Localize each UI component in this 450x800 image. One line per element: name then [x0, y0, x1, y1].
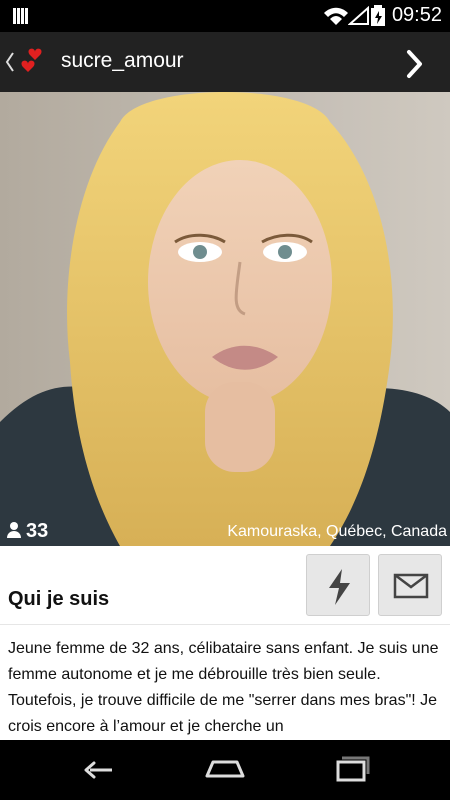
back-icon[interactable]: [4, 50, 16, 74]
battery-icon: [371, 5, 385, 26]
signal-icon: [13, 8, 28, 24]
profile-photo-image: [0, 92, 450, 546]
lightning-icon: [329, 569, 350, 605]
mail-icon: [393, 573, 429, 599]
cell-signal-icon: [348, 6, 369, 25]
status-bar: 09:52: [0, 0, 450, 32]
hearts-icon: [21, 48, 42, 72]
photo-count: 33: [26, 520, 49, 542]
about-text: Jeune femme de 32 ans, célibataire sans …: [8, 640, 439, 735]
chevron-right-icon[interactable]: [404, 48, 426, 80]
location: Kamouraska, Québec, Canada: [227, 523, 447, 540]
home-icon[interactable]: [195, 750, 255, 790]
recents-icon[interactable]: [320, 750, 380, 790]
profile-username: sucre_amour: [61, 49, 184, 72]
profile-photo[interactable]: 33 Kamouraska, Québec, Canada: [0, 92, 450, 546]
person-icon: [7, 522, 21, 538]
back-icon[interactable]: [70, 750, 130, 790]
action-bar: sucre_amour: [0, 32, 450, 93]
about-header: Qui je suis: [0, 546, 450, 625]
flash-button[interactable]: [306, 554, 370, 616]
message-button[interactable]: [378, 554, 442, 616]
status-time: 09:52: [391, 4, 442, 26]
wifi-icon: [324, 7, 348, 25]
about-title: Qui je suis: [8, 588, 110, 610]
nav-bar: [0, 740, 450, 800]
